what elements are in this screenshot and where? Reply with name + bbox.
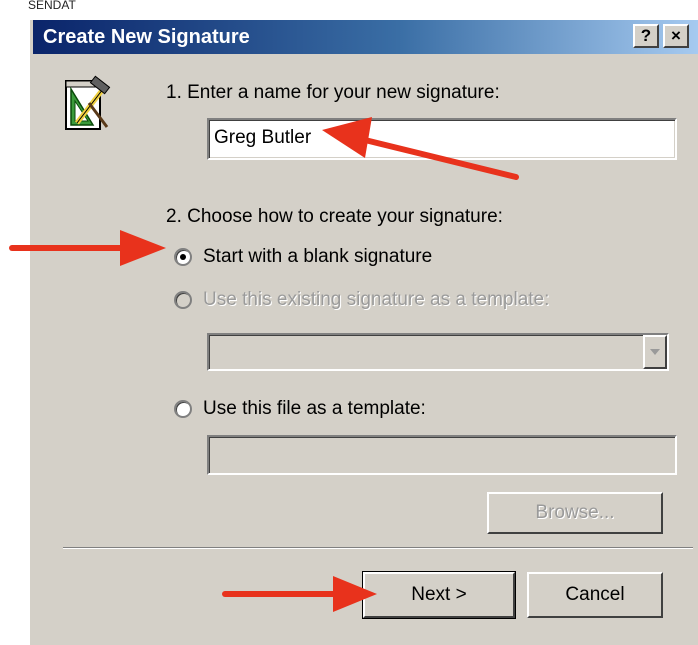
- arrow-to-next-button-icon: [222, 576, 377, 612]
- arrow-to-blank-option-icon: [9, 230, 166, 266]
- annotation-arrows: [9, 117, 519, 612]
- arrow-to-name-field-icon: [322, 117, 519, 180]
